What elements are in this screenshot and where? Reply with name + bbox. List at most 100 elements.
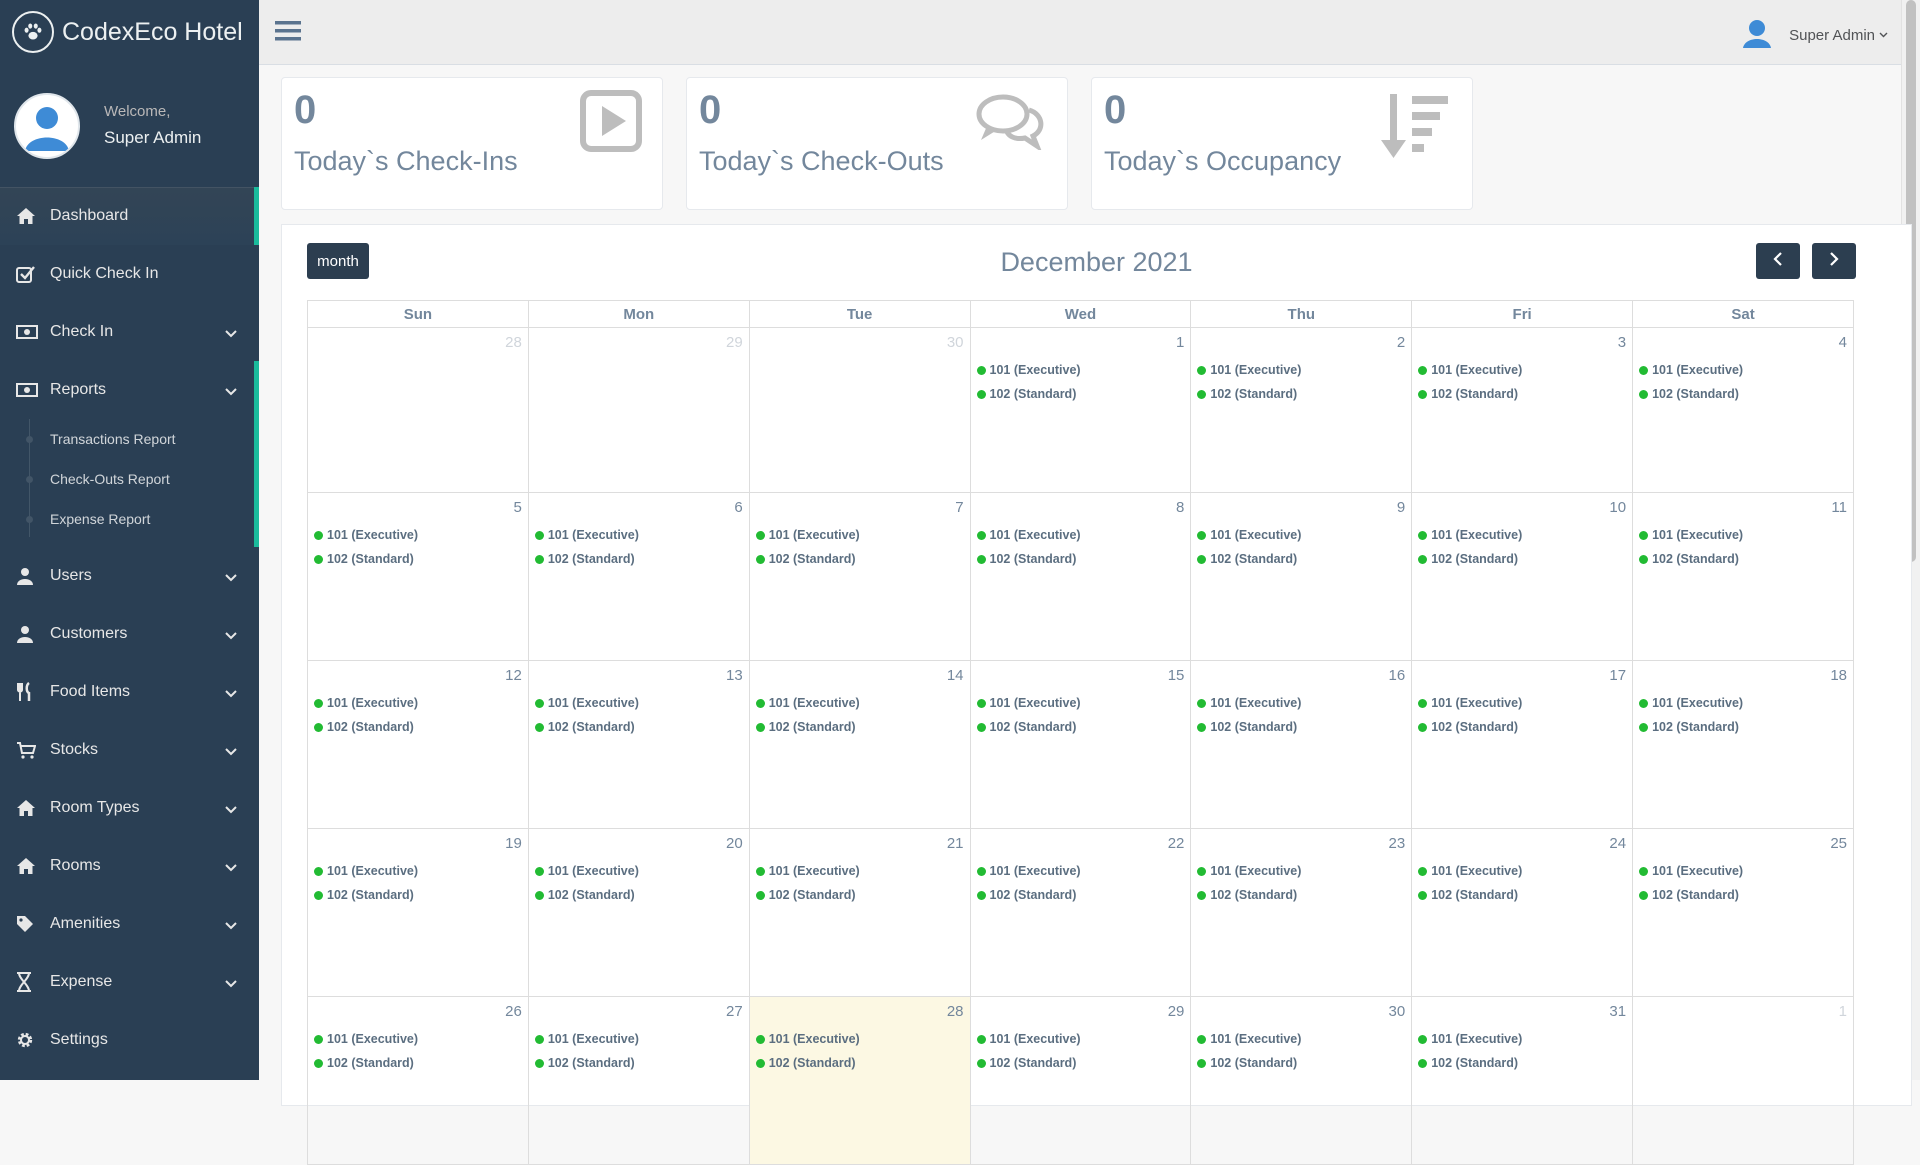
calendar-day-cell[interactable]: 7 101 (Executive) 102 (Standard) xyxy=(748,492,971,661)
calendar-day-cell[interactable]: 9 101 (Executive) 102 (Standard) xyxy=(1190,492,1413,661)
calendar-day-cell[interactable]: 16 101 (Executive) 102 (Standard) xyxy=(1190,660,1413,829)
calendar-day-cell[interactable]: 12 101 (Executive) 102 (Standard) xyxy=(307,660,529,829)
calendar-day-cell[interactable]: 28 xyxy=(307,327,529,493)
prev-month-button[interactable] xyxy=(1756,243,1800,279)
calendar-day-cell[interactable]: 5 101 (Executive) 102 (Standard) xyxy=(307,492,529,661)
calendar-day-cell[interactable]: 30 xyxy=(748,327,971,493)
calendar-event[interactable]: 102 (Standard) xyxy=(755,1056,856,1070)
sidebar-item-settings[interactable]: Settings xyxy=(0,1011,259,1069)
calendar-day-cell[interactable]: 19 101 (Executive) 102 (Standard) xyxy=(307,828,529,997)
calendar-day-cell[interactable]: 3 101 (Executive) 102 (Standard) xyxy=(1411,327,1634,493)
calendar-day-cell[interactable]: 1 101 (Executive) 102 (Standard) xyxy=(969,327,1192,493)
calendar-event[interactable]: 101 (Executive) xyxy=(1197,1032,1301,1046)
calendar-event[interactable]: 101 (Executive) xyxy=(1197,363,1301,377)
calendar-event[interactable]: 102 (Standard) xyxy=(1418,552,1518,566)
calendar-event[interactable]: 101 (Executive) xyxy=(1197,528,1301,542)
sidebar-item-users[interactable]: Users xyxy=(0,547,259,605)
calendar-day-cell[interactable]: 22 101 (Executive) 102 (Standard) xyxy=(969,828,1192,997)
calendar-event[interactable]: 102 (Standard) xyxy=(1197,888,1297,902)
calendar-day-cell[interactable]: 14 101 (Executive) 102 (Standard) xyxy=(748,660,971,829)
calendar-event[interactable]: 101 (Executive) xyxy=(1197,864,1301,878)
calendar-event[interactable]: 101 (Executive) xyxy=(755,528,860,542)
calendar-event[interactable]: 101 (Executive) xyxy=(314,528,418,542)
calendar-day-cell[interactable]: 18 101 (Executive) 102 (Standard) xyxy=(1632,660,1854,829)
calendar-event[interactable]: 101 (Executive) xyxy=(534,696,639,710)
sidebar-subitem-transactions-report[interactable]: Transactions Report xyxy=(0,419,259,459)
calendar-day-cell[interactable]: 17 101 (Executive) 102 (Standard) xyxy=(1411,660,1634,829)
calendar-event[interactable]: 102 (Standard) xyxy=(1197,552,1297,566)
calendar-event[interactable]: 101 (Executive) xyxy=(534,864,639,878)
calendar-day-cell[interactable]: 20 101 (Executive) 102 (Standard) xyxy=(527,828,750,997)
calendar-day-cell[interactable]: 2 101 (Executive) 102 (Standard) xyxy=(1190,327,1413,493)
calendar-day-cell[interactable]: 30 101 (Executive) 102 (Standard) xyxy=(1190,996,1413,1165)
calendar-day-cell[interactable]: 13 101 (Executive) 102 (Standard) xyxy=(527,660,750,829)
next-month-button[interactable] xyxy=(1812,243,1856,279)
calendar-event[interactable]: 101 (Executive) xyxy=(976,696,1081,710)
calendar-event[interactable]: 102 (Standard) xyxy=(534,888,635,902)
calendar-event[interactable]: 102 (Standard) xyxy=(976,1056,1076,1070)
calendar-event[interactable]: 102 (Standard) xyxy=(755,888,856,902)
calendar-day-cell[interactable]: 29 101 (Executive) 102 (Standard) xyxy=(969,996,1192,1165)
calendar-day-cell[interactable]: 29 xyxy=(527,327,750,493)
sidebar-item-stocks[interactable]: Stocks xyxy=(0,721,259,779)
calendar-event[interactable]: 102 (Standard) xyxy=(755,552,856,566)
calendar-event[interactable]: 101 (Executive) xyxy=(1418,528,1522,542)
calendar-event[interactable]: 101 (Executive) xyxy=(755,696,860,710)
calendar-event[interactable]: 101 (Executive) xyxy=(976,363,1081,377)
calendar-event[interactable]: 101 (Executive) xyxy=(976,528,1081,542)
calendar-event[interactable]: 101 (Executive) xyxy=(534,528,639,542)
calendar-event[interactable]: 101 (Executive) xyxy=(1418,363,1522,377)
calendar-event[interactable]: 101 (Executive) xyxy=(1197,696,1301,710)
calendar-day-cell[interactable]: 4 101 (Executive) 102 (Standard) xyxy=(1632,327,1854,493)
calendar-event[interactable]: 101 (Executive) xyxy=(314,1032,418,1046)
calendar-event[interactable]: 102 (Standard) xyxy=(1197,1056,1297,1070)
calendar-day-cell[interactable]: 26 101 (Executive) 102 (Standard) xyxy=(307,996,529,1165)
calendar-day-cell[interactable]: 24 101 (Executive) 102 (Standard) xyxy=(1411,828,1634,997)
calendar-event[interactable]: 102 (Standard) xyxy=(976,720,1076,734)
calendar-event[interactable]: 101 (Executive) xyxy=(314,864,418,878)
calendar-event[interactable]: 102 (Standard) xyxy=(1197,387,1297,401)
calendar-event[interactable]: 102 (Standard) xyxy=(1639,387,1739,401)
calendar-event[interactable]: 102 (Standard) xyxy=(1639,888,1739,902)
calendar-day-cell[interactable]: 8 101 (Executive) 102 (Standard) xyxy=(969,492,1192,661)
sidebar-subitem-expense-report[interactable]: Expense Report xyxy=(0,499,259,539)
sidebar-item-quick-check-in[interactable]: Quick Check In xyxy=(0,245,259,303)
calendar-event[interactable]: 101 (Executive) xyxy=(1418,864,1522,878)
calendar-event[interactable]: 102 (Standard) xyxy=(1418,1056,1518,1070)
calendar-event[interactable]: 102 (Standard) xyxy=(534,1056,635,1070)
calendar-event[interactable]: 102 (Standard) xyxy=(314,1056,414,1070)
calendar-day-cell[interactable]: 28 101 (Executive) 102 (Standard) xyxy=(748,996,971,1165)
sidebar-item-rooms[interactable]: Rooms xyxy=(0,837,259,895)
calendar-day-cell[interactable]: 1 xyxy=(1632,996,1854,1165)
calendar-day-cell[interactable]: 6 101 (Executive) 102 (Standard) xyxy=(527,492,750,661)
calendar-event[interactable]: 102 (Standard) xyxy=(976,888,1076,902)
calendar-event[interactable]: 101 (Executive) xyxy=(1639,864,1743,878)
sidebar-item-room-types[interactable]: Room Types xyxy=(0,779,259,837)
calendar-event[interactable]: 102 (Standard) xyxy=(1639,720,1739,734)
sidebar-item-check-in[interactable]: Check In xyxy=(0,303,259,361)
calendar-event[interactable]: 102 (Standard) xyxy=(1639,552,1739,566)
calendar-event[interactable]: 101 (Executive) xyxy=(1418,696,1522,710)
calendar-event[interactable]: 101 (Executive) xyxy=(1639,363,1743,377)
calendar-event[interactable]: 102 (Standard) xyxy=(314,888,414,902)
menu-toggle-icon[interactable] xyxy=(275,20,301,47)
calendar-event[interactable]: 102 (Standard) xyxy=(314,552,414,566)
calendar-day-cell[interactable]: 21 101 (Executive) 102 (Standard) xyxy=(748,828,971,997)
calendar-day-cell[interactable]: 23 101 (Executive) 102 (Standard) xyxy=(1190,828,1413,997)
calendar-event[interactable]: 101 (Executive) xyxy=(976,864,1081,878)
brand[interactable]: CodexEco Hotel xyxy=(0,0,259,64)
user-menu-dropdown[interactable]: Super Admin xyxy=(1743,18,1888,52)
calendar-day-cell[interactable]: 11 101 (Executive) 102 (Standard) xyxy=(1632,492,1854,661)
calendar-event[interactable]: 101 (Executive) xyxy=(976,1032,1081,1046)
sidebar-item-customers[interactable]: Customers xyxy=(0,605,259,663)
calendar-event[interactable]: 102 (Standard) xyxy=(314,720,414,734)
calendar-event[interactable]: 102 (Standard) xyxy=(755,720,856,734)
sidebar-item-amenities[interactable]: Amenities xyxy=(0,895,259,953)
calendar-event[interactable]: 101 (Executive) xyxy=(755,1032,860,1046)
calendar-event[interactable]: 102 (Standard) xyxy=(1418,888,1518,902)
calendar-day-cell[interactable]: 15 101 (Executive) 102 (Standard) xyxy=(969,660,1192,829)
calendar-event[interactable]: 101 (Executive) xyxy=(755,864,860,878)
sidebar-subitem-check-outs-report[interactable]: Check-Outs Report xyxy=(0,459,259,499)
calendar-event[interactable]: 102 (Standard) xyxy=(976,552,1076,566)
sidebar-item-expense[interactable]: Expense xyxy=(0,953,259,1011)
